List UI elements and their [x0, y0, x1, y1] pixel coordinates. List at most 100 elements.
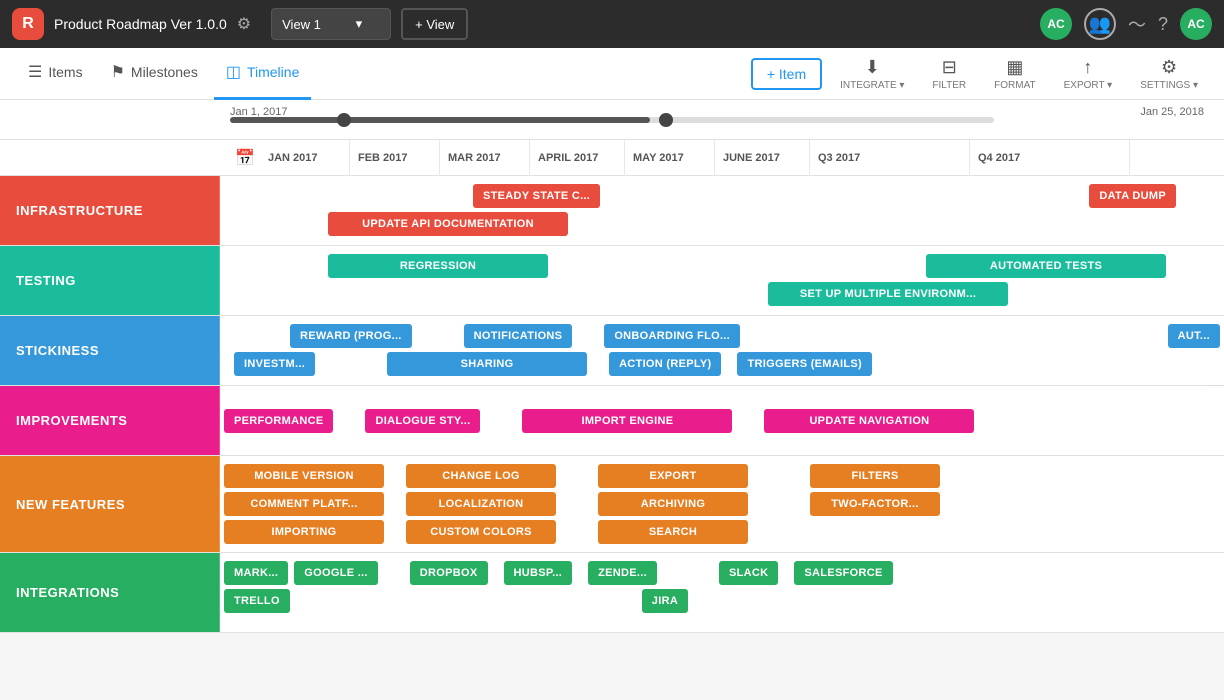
chevron-down-icon: ▾ — [356, 16, 363, 32]
view-selector[interactable]: View 1 ▾ — [271, 8, 391, 40]
slider-track[interactable] — [230, 117, 994, 123]
chip-google[interactable]: GOOGLE ... — [294, 561, 378, 585]
chip-investm[interactable]: INVESTM... — [234, 352, 315, 376]
month-q4: Q4 2017 — [970, 140, 1130, 176]
row-label-new-features: NEW FEATURES — [0, 456, 220, 552]
format-icon: ▦ — [1006, 57, 1023, 78]
format-button[interactable]: ▦ FORMAT — [984, 53, 1045, 95]
chip-reward[interactable]: REWARD (PROG... — [290, 324, 412, 348]
month-apr: APRIL 2017 — [530, 140, 625, 176]
slider-handle-right[interactable] — [659, 113, 673, 127]
chip-data-dump[interactable]: DATA DUMP — [1089, 184, 1176, 208]
topbar: R Product Roadmap Ver 1.0.0 ⚙ View 1 ▾ +… — [0, 0, 1224, 48]
tab-milestones[interactable]: ⚑ Milestones — [99, 48, 210, 100]
tab-timeline[interactable]: ◫ Timeline — [214, 48, 312, 100]
gear-icon[interactable]: ⚙ — [237, 14, 251, 34]
chip-archiving[interactable]: ARCHIVING — [598, 492, 748, 516]
chip-salesforce[interactable]: SALESFORCE — [794, 561, 892, 585]
slider-date-right: Jan 25, 2018 — [1140, 106, 1204, 118]
chip-jira[interactable]: JIRA — [642, 589, 688, 613]
settings-button[interactable]: ⚙ SETTINGS ▾ — [1130, 53, 1208, 95]
chip-action-reply[interactable]: ACTION (REPLY) — [609, 352, 721, 376]
chip-trello[interactable]: TRELLO — [224, 589, 290, 613]
list-icon: ☰ — [28, 62, 42, 82]
chip-dialogue-sty[interactable]: DIALOGUE STY... — [365, 409, 480, 433]
date-slider: Jan 1, 2017 Jan 25, 2018 — [0, 100, 1224, 140]
integrate-icon: ⬇ — [865, 57, 880, 78]
export-icon: ↑ — [1083, 57, 1092, 78]
row-label-stickiness: STICKINESS — [0, 316, 220, 385]
subnav-actions: + Item ⬇ INTEGRATE ▾ ⊟ FILTER ▦ FORMAT ↑… — [751, 53, 1208, 95]
chip-mark[interactable]: MARK... — [224, 561, 288, 585]
chip-zende[interactable]: ZENDE... — [588, 561, 657, 585]
chip-triggers-emails[interactable]: TRIGGERS (EMAILS) — [737, 352, 872, 376]
user-avatar-ac[interactable]: AC — [1040, 8, 1072, 40]
user-avatar-main[interactable]: AC — [1180, 8, 1212, 40]
chip-onboarding[interactable]: ONBOARDING FLO... — [604, 324, 740, 348]
chip-set-up-env[interactable]: SET UP MULTIPLE ENVIRONM... — [768, 282, 1008, 306]
tab-timeline-label: Timeline — [247, 64, 299, 80]
timeline-body: LEGEND INFRASTRUCTURE STEADY STATE C... … — [0, 176, 1224, 633]
row-improvements: IMPROVEMENTS PERFORMANCE DIALOGUE STY...… — [0, 386, 1224, 456]
month-jan: JAN 2017 — [260, 140, 350, 176]
chip-mobile-version[interactable]: MOBILE VERSION — [224, 464, 384, 488]
app-logo: R — [12, 8, 44, 40]
chip-notifications[interactable]: NOTIFICATIONS — [464, 324, 573, 348]
chip-slack[interactable]: SLACK — [719, 561, 778, 585]
chip-aut[interactable]: AUT... — [1168, 324, 1220, 348]
row-infrastructure: INFRASTRUCTURE STEADY STATE C... DATA DU… — [0, 176, 1224, 246]
row-testing: TESTING REGRESSION AUTOMATED TESTS SET U… — [0, 246, 1224, 316]
row-content-integrations: MARK... GOOGLE ... DROPBOX HUBSP... ZEND… — [220, 553, 1224, 632]
filter-icon: ⊟ — [942, 57, 957, 78]
chip-performance[interactable]: PERFORMANCE — [224, 409, 333, 433]
chip-update-navigation[interactable]: UPDATE NAVIGATION — [764, 409, 974, 433]
chip-change-log[interactable]: CHANGE LOG — [406, 464, 556, 488]
export-button[interactable]: ↑ EXPORT ▾ — [1054, 53, 1123, 95]
tab-items[interactable]: ☰ Items — [16, 48, 95, 100]
row-label-testing: TESTING — [0, 246, 220, 315]
chip-localization[interactable]: LOCALIZATION — [406, 492, 556, 516]
chip-export[interactable]: EXPORT — [598, 464, 748, 488]
chip-regression[interactable]: REGRESSION — [328, 254, 548, 278]
chip-hubsp[interactable]: HUBSP... — [504, 561, 573, 585]
filter-button[interactable]: ⊟ FILTER — [922, 53, 976, 95]
row-content-improvements: PERFORMANCE DIALOGUE STY... IMPORT ENGIN… — [220, 386, 1224, 455]
nav-tabs: ☰ Items ⚑ Milestones ◫ Timeline — [16, 48, 751, 100]
tab-milestones-label: Milestones — [131, 64, 198, 80]
row-content-testing: REGRESSION AUTOMATED TESTS SET UP MULTIP… — [220, 246, 1224, 315]
row-new-features: NEW FEATURES MOBILE VERSION CHANGE LOG E… — [0, 456, 1224, 553]
chip-filters[interactable]: FILTERS — [810, 464, 940, 488]
settings-icon: ⚙ — [1161, 57, 1177, 78]
activity-icon[interactable]: 〜 — [1128, 11, 1146, 37]
chip-custom-colors[interactable]: CUSTOM COLORS — [406, 520, 556, 544]
chip-comment-platf[interactable]: COMMENT PLATF... — [224, 492, 384, 516]
timeline-icon: ◫ — [226, 62, 241, 82]
chip-importing[interactable]: IMPORTING — [224, 520, 384, 544]
integrate-button[interactable]: ⬇ INTEGRATE ▾ — [830, 53, 914, 95]
view-label: View 1 — [282, 17, 321, 32]
row-content-new-features: MOBILE VERSION CHANGE LOG EXPORT FILTERS… — [220, 456, 1224, 552]
chip-two-factor[interactable]: TWO-FACTOR... — [810, 492, 940, 516]
row-label-improvements: IMPROVEMENTS — [0, 386, 220, 455]
chip-update-api[interactable]: UPDATE API DOCUMENTATION — [328, 212, 568, 236]
flag-icon: ⚑ — [111, 62, 125, 82]
slider-fill — [230, 117, 650, 123]
help-icon[interactable]: ? — [1158, 14, 1168, 35]
app-title: Product Roadmap Ver 1.0.0 — [54, 16, 227, 32]
slider-handle-left[interactable] — [337, 113, 351, 127]
add-view-button[interactable]: + View — [401, 8, 468, 40]
row-label-infrastructure: INFRASTRUCTURE — [0, 176, 220, 245]
month-mar: MAR 2017 — [440, 140, 530, 176]
team-avatar[interactable]: 👥 — [1084, 8, 1116, 40]
chip-automated-tests[interactable]: AUTOMATED TESTS — [926, 254, 1166, 278]
add-item-button[interactable]: + Item — [751, 58, 822, 90]
tab-items-label: Items — [48, 64, 82, 80]
chip-steady-state[interactable]: STEADY STATE C... — [473, 184, 600, 208]
row-stickiness: STICKINESS REWARD (PROG... NOTIFICATIONS… — [0, 316, 1224, 386]
chip-search[interactable]: SEARCH — [598, 520, 748, 544]
month-jun: JUNE 2017 — [715, 140, 810, 176]
calendar-icon: 📅 — [230, 148, 260, 168]
chip-dropbox[interactable]: DROPBOX — [410, 561, 488, 585]
chip-sharing[interactable]: SHARING — [387, 352, 587, 376]
chip-import-engine[interactable]: IMPORT ENGINE — [522, 409, 732, 433]
